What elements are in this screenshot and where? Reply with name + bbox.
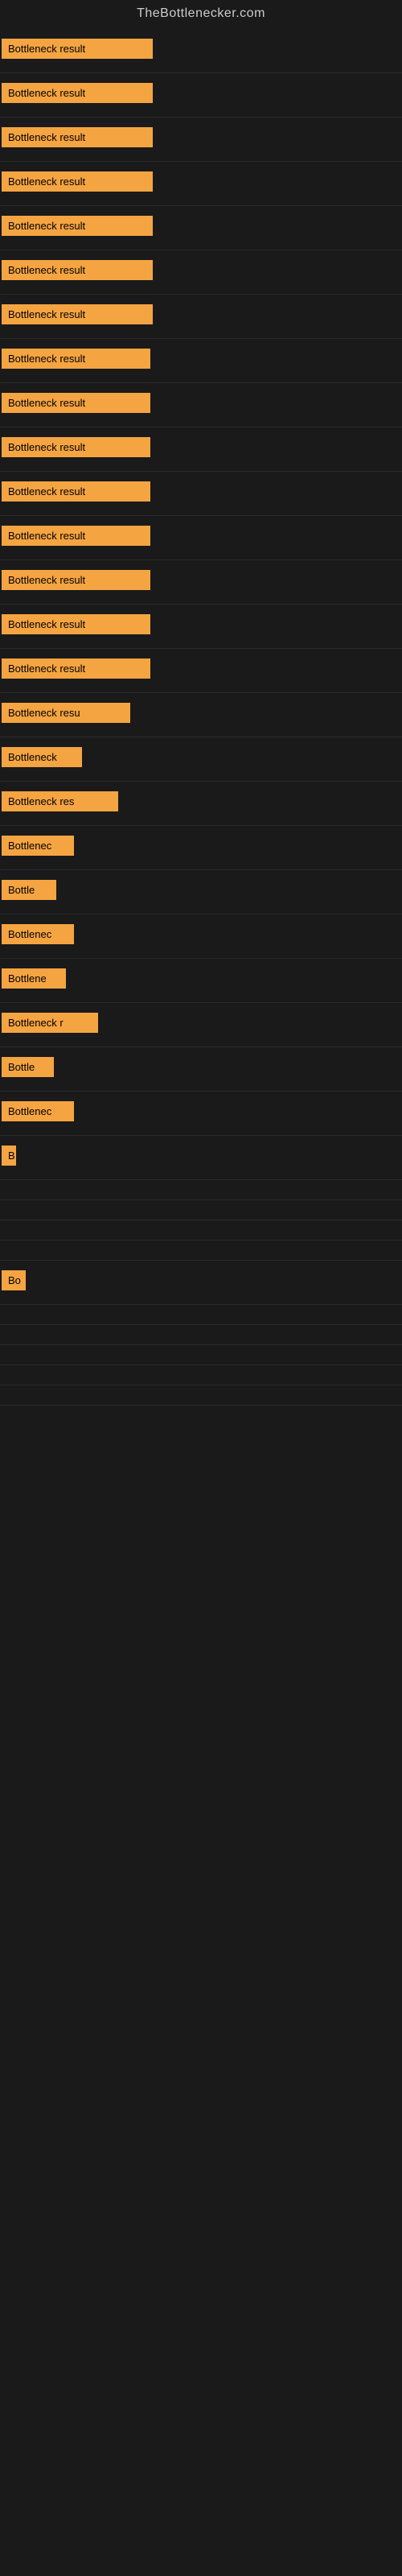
list-item: Bottleneck result xyxy=(0,206,402,250)
list-item: Bottleneck result xyxy=(0,162,402,206)
list-item: Bottle xyxy=(0,870,402,914)
list-item: Bottlene xyxy=(0,959,402,1003)
bottleneck-result-bar[interactable]: Bottlenec xyxy=(2,836,74,856)
list-item: Bottlenec xyxy=(0,1092,402,1136)
list-item xyxy=(0,1305,402,1325)
list-item: Bottleneck result xyxy=(0,29,402,73)
bottleneck-result-bar[interactable]: Bottleneck result xyxy=(2,526,150,546)
list-item: Bottleneck result xyxy=(0,605,402,649)
bottleneck-result-bar[interactable]: Bottlene xyxy=(2,968,66,989)
list-item xyxy=(0,1241,402,1261)
bottleneck-result-bar[interactable]: Bottleneck result xyxy=(2,39,153,59)
list-item xyxy=(0,1220,402,1241)
list-item: Bottleneck result xyxy=(0,649,402,693)
list-item xyxy=(0,1200,402,1220)
list-item: Bottleneck xyxy=(0,737,402,782)
bottleneck-result-bar[interactable]: Bottleneck result xyxy=(2,83,153,103)
bottleneck-result-bar[interactable]: B xyxy=(2,1146,16,1166)
list-item: Bottleneck result xyxy=(0,560,402,605)
bottleneck-result-bar[interactable]: Bottleneck res xyxy=(2,791,118,811)
bottleneck-result-bar[interactable]: Bottle xyxy=(2,1057,54,1077)
list-item: Bottleneck result xyxy=(0,339,402,383)
list-item: Bottleneck res xyxy=(0,782,402,826)
list-item: Bottleneck resu xyxy=(0,693,402,737)
site-title: TheBottlenecker.com xyxy=(0,0,402,29)
bottleneck-result-bar[interactable]: Bottleneck result xyxy=(2,349,150,369)
list-item: Bottlenec xyxy=(0,914,402,959)
list-item: Bottleneck result xyxy=(0,472,402,516)
list-item: Bottlenec xyxy=(0,826,402,870)
bottleneck-result-bar[interactable]: Bottleneck result xyxy=(2,437,150,457)
list-item: Bottleneck result xyxy=(0,295,402,339)
bottleneck-result-bar[interactable]: Bottleneck result xyxy=(2,481,150,502)
list-item: Bottleneck result xyxy=(0,383,402,427)
list-item xyxy=(0,1365,402,1385)
bottleneck-result-bar[interactable]: Bottlenec xyxy=(2,1101,74,1121)
list-item xyxy=(0,1325,402,1345)
list-item: Bo xyxy=(0,1261,402,1305)
list-item xyxy=(0,1385,402,1406)
list-item: Bottleneck result xyxy=(0,73,402,118)
list-item: Bottle xyxy=(0,1047,402,1092)
bottleneck-result-bar[interactable]: Bo xyxy=(2,1270,26,1290)
list-item: Bottleneck result xyxy=(0,250,402,295)
list-item xyxy=(0,1345,402,1365)
bottleneck-result-bar[interactable]: Bottleneck result xyxy=(2,304,153,324)
list-item: B xyxy=(0,1136,402,1180)
list-item: Bottleneck result xyxy=(0,427,402,472)
bottleneck-result-bar[interactable]: Bottleneck result xyxy=(2,614,150,634)
bottleneck-result-bar[interactable]: Bottleneck result xyxy=(2,260,153,280)
bottleneck-result-bar[interactable]: Bottleneck result xyxy=(2,658,150,679)
bottleneck-result-bar[interactable]: Bottleneck xyxy=(2,747,82,767)
bottleneck-result-bar[interactable]: Bottleneck result xyxy=(2,171,153,192)
list-item: Bottleneck result xyxy=(0,516,402,560)
list-item: Bottleneck result xyxy=(0,118,402,162)
bottleneck-result-bar[interactable]: Bottleneck result xyxy=(2,216,153,236)
bottleneck-result-bar[interactable]: Bottlenec xyxy=(2,924,74,944)
bottleneck-result-bar[interactable]: Bottleneck r xyxy=(2,1013,98,1033)
list-item: Bottleneck r xyxy=(0,1003,402,1047)
bottleneck-result-bar[interactable]: Bottle xyxy=(2,880,56,900)
bottleneck-result-bar[interactable]: Bottleneck resu xyxy=(2,703,130,723)
bottleneck-result-bar[interactable]: Bottleneck result xyxy=(2,393,150,413)
list-item xyxy=(0,1180,402,1200)
bottleneck-result-bar[interactable]: Bottleneck result xyxy=(2,570,150,590)
bottleneck-result-bar[interactable]: Bottleneck result xyxy=(2,127,153,147)
